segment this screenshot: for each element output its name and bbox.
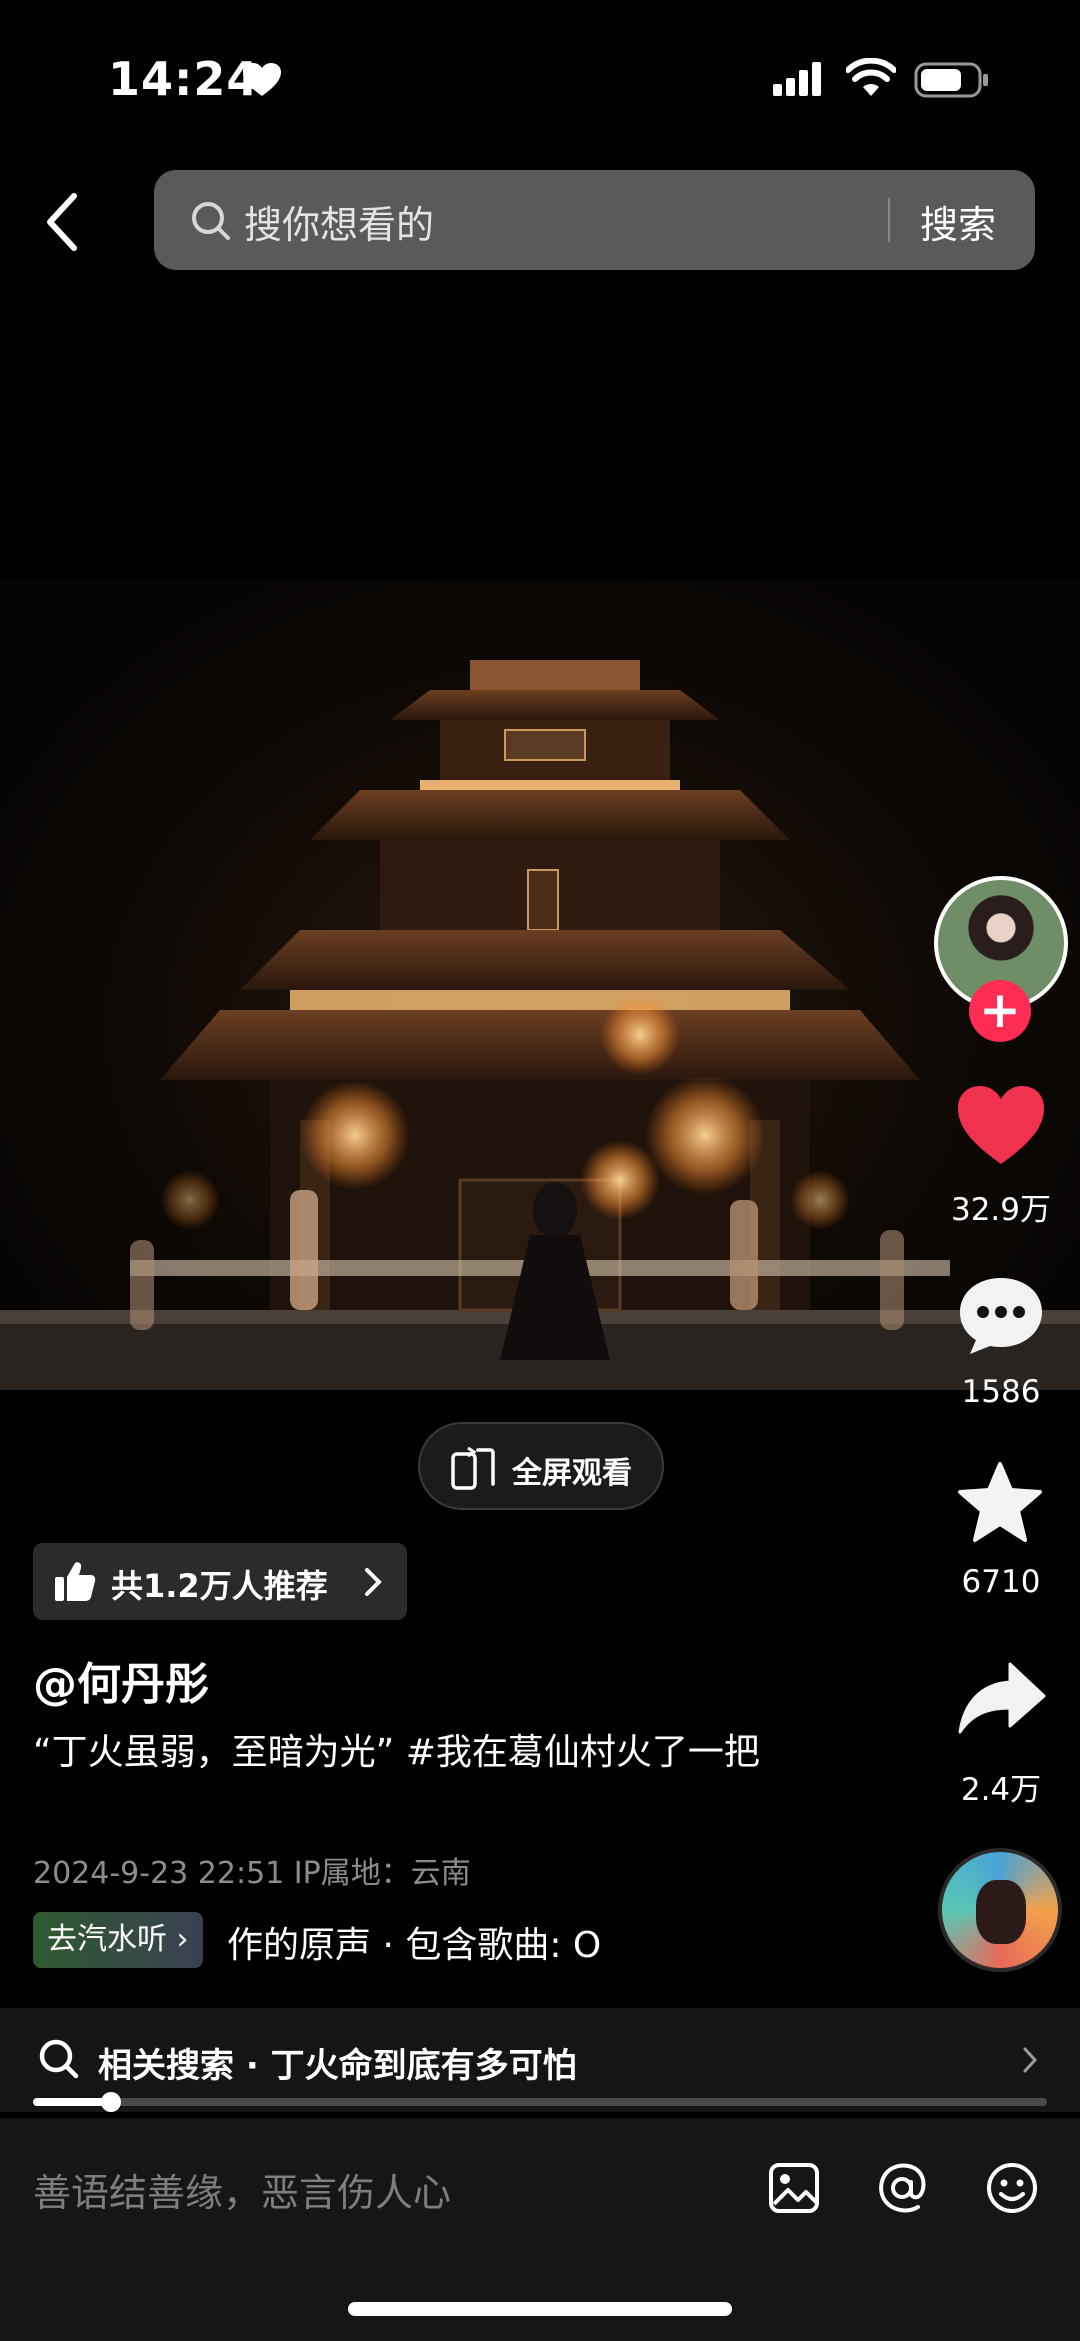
chevron-right-icon	[365, 1568, 382, 1596]
progress-fill	[33, 2098, 112, 2106]
like-button[interactable]	[956, 1084, 1046, 1166]
search-icon	[39, 2039, 79, 2079]
author-name[interactable]: @何丹彤	[33, 1648, 209, 1712]
search-button[interactable]: 搜索	[920, 194, 996, 249]
favorite-button[interactable]	[956, 1460, 1044, 1544]
image-icon[interactable]	[766, 2160, 822, 2216]
battery-icon	[914, 62, 988, 98]
comment-button[interactable]	[956, 1274, 1046, 1358]
music-row[interactable]: 去汽水听 › 作的原声 · 包含歌曲: O	[33, 1912, 673, 1968]
search-input[interactable]: 搜你想看的	[244, 194, 434, 249]
post-meta: 2024-9-23 22:51 IP属地：云南	[33, 1856, 471, 1891]
recommend-label: 共1.2万人推荐	[111, 1567, 328, 1605]
recommend-chip[interactable]: 共1.2万人推荐	[33, 1543, 407, 1620]
video-frame-image	[0, 660, 1080, 1390]
video-detail-screen: 14:24 搜你想看的 搜索 全屏观看 + 32.9万 1586 6710 2.…	[0, 0, 1080, 2341]
fullscreen-button[interactable]: 全屏观看	[418, 1422, 664, 1510]
home-indicator[interactable]	[348, 2302, 732, 2316]
heart-icon	[243, 63, 281, 96]
comment-input[interactable]: 善语结善缘，恶言伤人心	[33, 2162, 451, 2217]
plus-icon: +	[979, 981, 1021, 1039]
share-button[interactable]	[958, 1660, 1046, 1736]
progress-knob[interactable]	[101, 2092, 122, 2112]
comment-count: 1586	[961, 1374, 1041, 1410]
open-in-qishui-button[interactable]: 去汽水听 ›	[33, 1912, 203, 1968]
share-arrow-icon	[958, 1662, 1046, 1734]
star-icon	[958, 1462, 1042, 1542]
status-time: 14:24	[108, 52, 260, 106]
search-icon	[192, 202, 230, 240]
search-bar[interactable]: 搜你想看的 搜索	[154, 170, 1035, 270]
video-player[interactable]	[0, 580, 1080, 1390]
back-button[interactable]	[38, 188, 88, 256]
music-disc[interactable]	[938, 1848, 1062, 1972]
post-caption: “丁火虽弱，至暗为光” #我在葛仙村火了一把	[33, 1732, 760, 1773]
favorite-count: 6710	[961, 1564, 1041, 1600]
follow-button[interactable]: +	[969, 980, 1031, 1042]
wifi-icon	[846, 58, 896, 96]
share-count: 2.4万	[960, 1772, 1042, 1808]
related-search-bar[interactable]: 相关搜索 · 丁火命到底有多可怕	[0, 2008, 1080, 2112]
status-bar: 14:24	[0, 0, 1080, 150]
search-divider	[888, 198, 890, 242]
qishui-label: 去汽水听	[47, 1922, 167, 1957]
thumbs-up-icon	[55, 1562, 96, 1601]
chevron-right-icon	[1023, 2047, 1038, 2073]
video-progress-bar[interactable]	[33, 2092, 1047, 2112]
heart-like-icon	[958, 1086, 1044, 1164]
fullscreen-label: 全屏观看	[512, 1456, 632, 1491]
signal-icon	[773, 62, 821, 96]
mention-icon[interactable]	[874, 2160, 930, 2216]
like-count: 32.9万	[950, 1192, 1052, 1228]
chevron-right-icon: ›	[176, 1922, 189, 1957]
emoji-icon[interactable]	[984, 2160, 1040, 2216]
rotate-screen-icon	[451, 1446, 495, 1490]
music-title: 作的原声 · 包含歌曲: O	[227, 1925, 602, 1966]
related-search-label: 相关搜索 · 丁火命到底有多可怕	[98, 2046, 577, 2086]
